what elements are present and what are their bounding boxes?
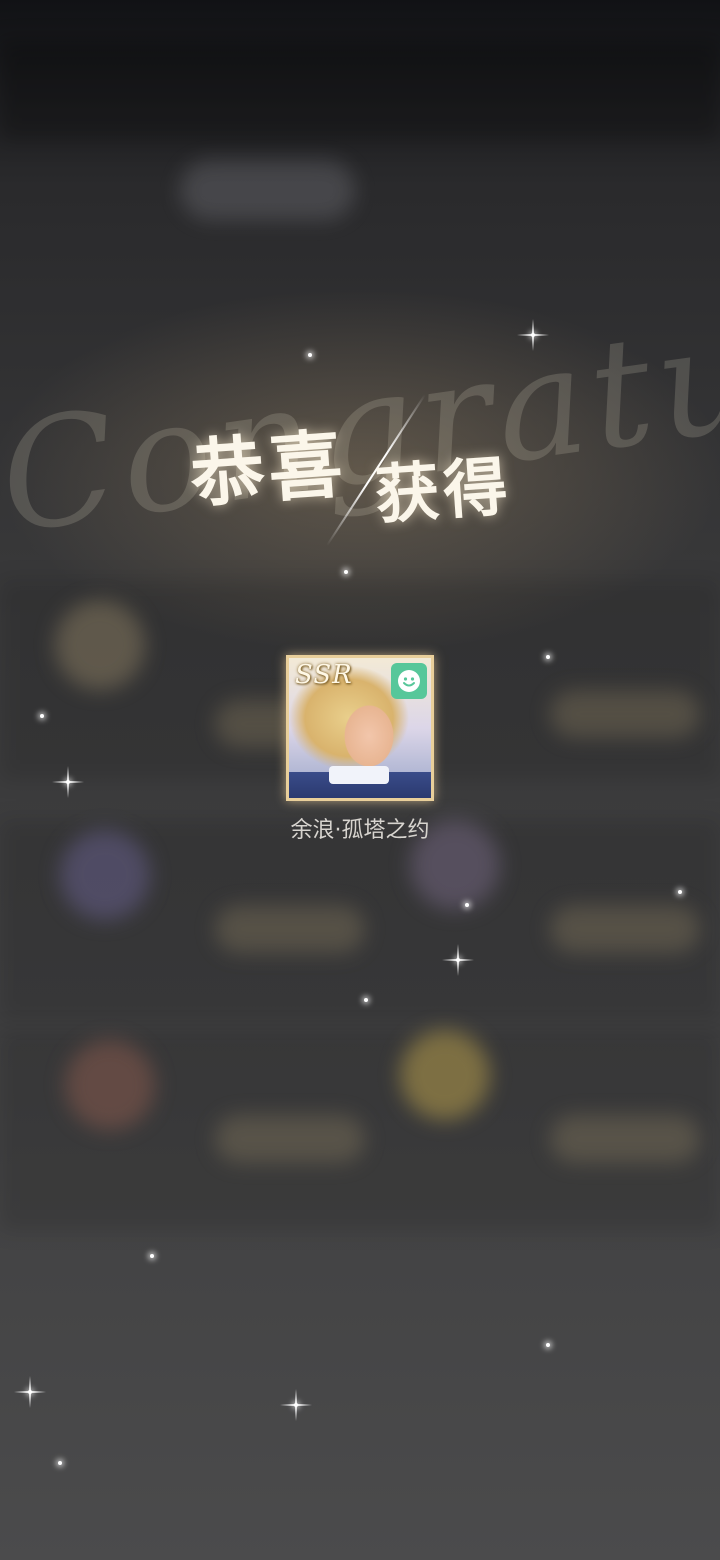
smiley-icon bbox=[391, 663, 427, 699]
sparkle-icon bbox=[344, 570, 348, 574]
blurred-button bbox=[550, 690, 700, 738]
blurred-item bbox=[60, 830, 150, 920]
blurred-tab bbox=[180, 160, 355, 220]
blurred-button bbox=[550, 905, 700, 953]
blurred-top-bar bbox=[0, 40, 720, 140]
sparkle-icon bbox=[28, 1376, 32, 1408]
sparkle-icon bbox=[58, 1461, 62, 1465]
blurred-button bbox=[215, 905, 365, 953]
sparkle-icon bbox=[546, 655, 550, 659]
title-obtained: 获得 bbox=[372, 449, 514, 534]
card-art-collar bbox=[329, 766, 389, 784]
sparkle-icon bbox=[678, 890, 682, 894]
reward-name: 余浪·孤塔之约 bbox=[290, 818, 430, 843]
sparkle-icon bbox=[40, 714, 44, 718]
blurred-item bbox=[400, 1030, 490, 1120]
blurred-button bbox=[215, 1115, 365, 1163]
title-congrats: 恭喜 bbox=[187, 421, 350, 519]
sparkle-icon bbox=[465, 903, 469, 907]
sparkle-icon bbox=[364, 998, 368, 1002]
blurred-item bbox=[55, 600, 145, 690]
reward-popup-overlay[interactable]: Congratulation 恭喜 获得 SSR 余浪·孤塔之约 bbox=[0, 0, 720, 1560]
blurred-item bbox=[65, 1040, 155, 1130]
blurred-button bbox=[550, 1115, 700, 1163]
sparkle-icon bbox=[294, 1389, 298, 1421]
sparkle-icon bbox=[66, 766, 70, 798]
sparkle-icon bbox=[456, 944, 460, 976]
congratulation-script-text: Congratulation bbox=[0, 223, 720, 568]
rarity-label: SSR bbox=[295, 660, 353, 690]
sparkle-icon bbox=[546, 1343, 550, 1347]
sparkle-icon bbox=[150, 1254, 154, 1258]
reward-card[interactable]: SSR bbox=[286, 655, 434, 801]
